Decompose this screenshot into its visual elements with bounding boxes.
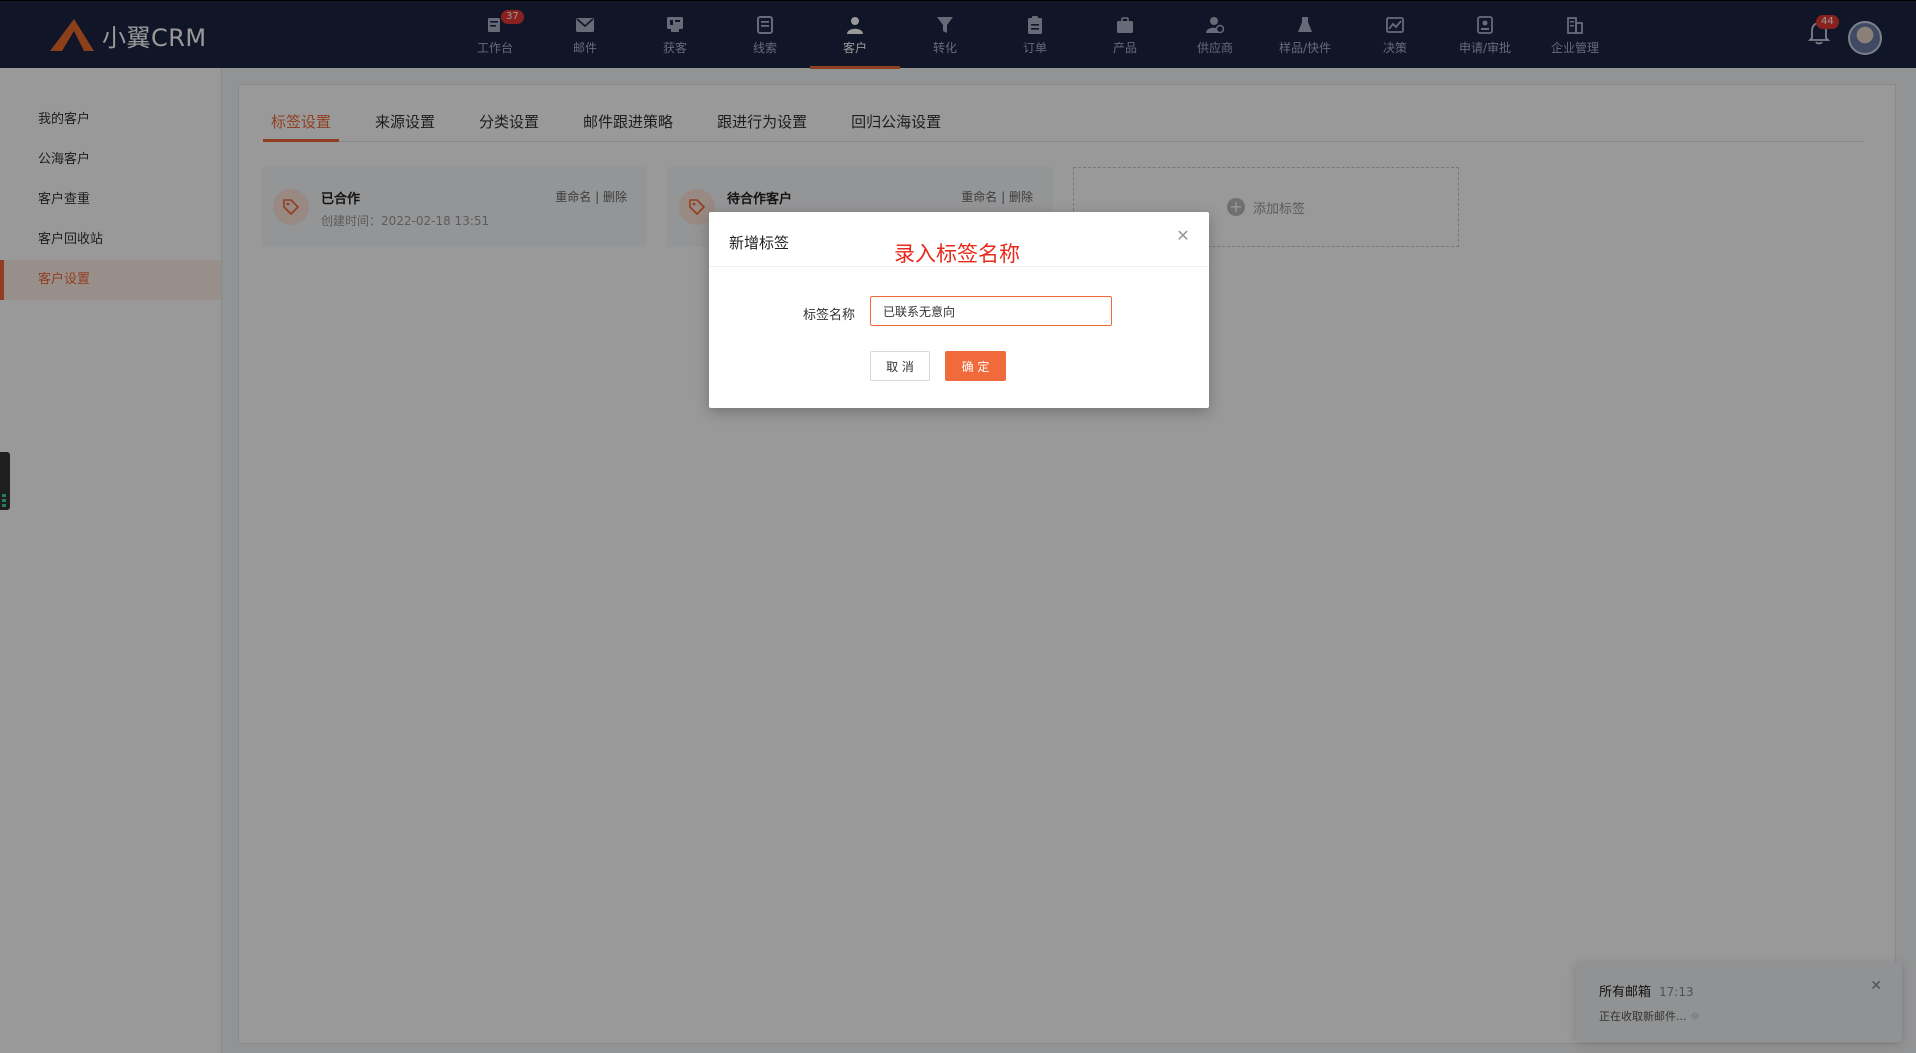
cancel-button[interactable]: 取 消 xyxy=(870,351,930,381)
close-icon[interactable]: ✕ xyxy=(1175,228,1191,244)
tag-name-label: 标签名称 xyxy=(803,308,856,323)
instruction-annotation: 录入标签名称 xyxy=(894,242,1020,266)
confirm-button[interactable]: 确 定 xyxy=(945,351,1006,381)
dialog-title: 新增标签 xyxy=(729,234,790,252)
modal-mask[interactable] xyxy=(0,0,1916,1053)
tag-name-input[interactable] xyxy=(870,296,1112,326)
